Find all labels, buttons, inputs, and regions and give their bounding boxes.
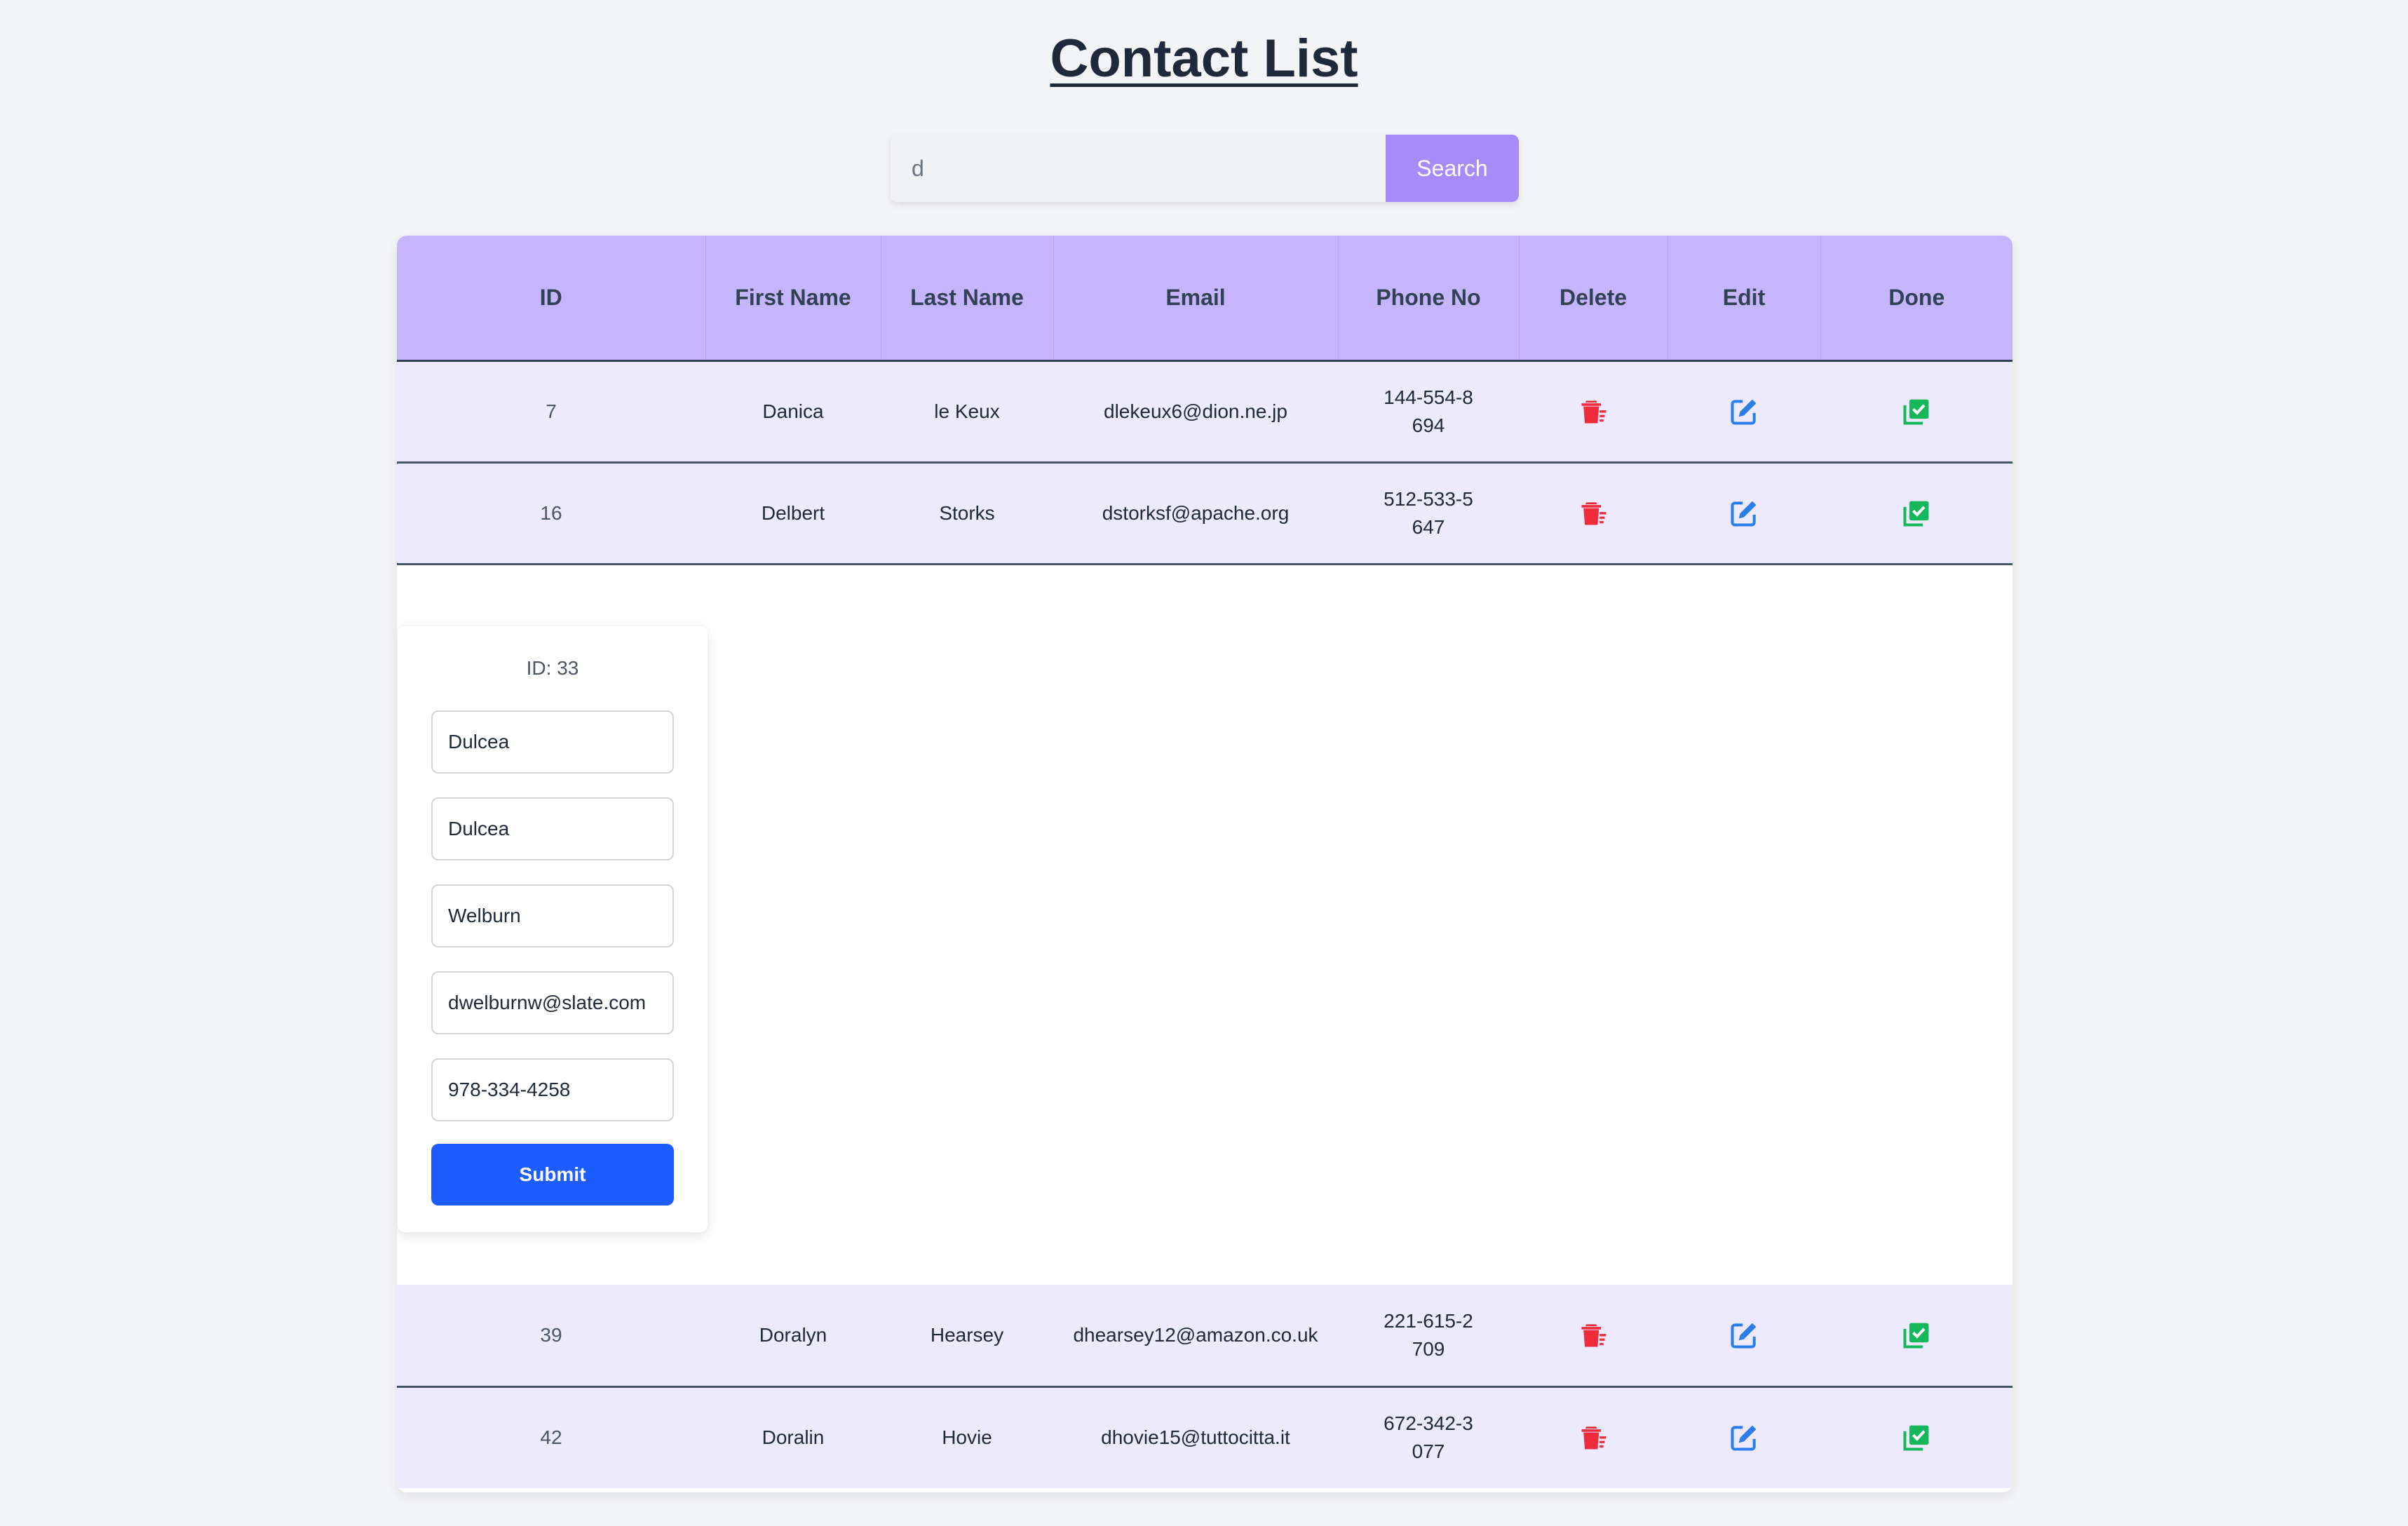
- table-header-row: ID First Name Last Name Email Phone No D…: [397, 236, 2013, 362]
- header-done: Done: [1820, 236, 2013, 362]
- edit-email-field[interactable]: [431, 971, 674, 1034]
- table-row: 39 Doralyn Hearsey dhearsey12@amazon.co.…: [397, 1285, 2013, 1388]
- edit-icon[interactable]: [1729, 1422, 1759, 1453]
- cell-phone: 512-533-5647: [1384, 487, 1473, 538]
- header-first-name: First Name: [705, 236, 881, 362]
- cell-id: 39: [397, 1285, 705, 1388]
- edit-id-label: ID: 33: [526, 656, 579, 679]
- header-email: Email: [1053, 236, 1339, 362]
- submit-button[interactable]: Submit: [431, 1143, 674, 1206]
- cell-email: dhearsey12@amazon.co.uk: [1053, 1285, 1338, 1388]
- edit-phone-field[interactable]: [431, 1058, 674, 1121]
- cell-first-name: Doralin: [762, 1426, 825, 1449]
- contact-table-container: ID First Name Last Name Email Phone No D…: [397, 236, 2013, 1492]
- trash-icon[interactable]: [1578, 1422, 1609, 1453]
- edit-form-card: ID: 33 Submit: [398, 626, 708, 1232]
- cell-first-name: Doralyn: [705, 1285, 881, 1388]
- cell-id: 7: [397, 360, 705, 464]
- cell-phone: 221-615-2709: [1384, 1309, 1473, 1360]
- header-delete: Delete: [1519, 236, 1668, 362]
- cell-email: dlekeux6@dion.ne.jp: [1053, 360, 1338, 464]
- edit-row: ID: 33 Submit: [397, 564, 2013, 1285]
- header-phone: Phone No: [1338, 236, 1520, 362]
- header-id: ID: [397, 236, 706, 362]
- trash-icon[interactable]: [1578, 396, 1609, 427]
- cell-id: 42: [540, 1426, 562, 1449]
- cell-id: 16: [397, 462, 705, 565]
- cell-email: dhovie15@tuttocitta.it: [1101, 1426, 1290, 1449]
- cell-last-name: Storks: [881, 462, 1053, 565]
- cell-last-name: Hovie: [942, 1426, 992, 1449]
- check-square-icon[interactable]: [1901, 1422, 1932, 1453]
- edit-icon[interactable]: [1729, 396, 1759, 427]
- header-last-name: Last Name: [881, 236, 1054, 362]
- search-button[interactable]: Search: [1386, 135, 1519, 202]
- header-edit: Edit: [1668, 236, 1821, 362]
- search-bar: Search: [891, 135, 1519, 202]
- cell-phone: 672-342-3077: [1384, 1412, 1473, 1463]
- check-square-icon[interactable]: [1901, 498, 1932, 529]
- edit-first-name-field-2[interactable]: [431, 797, 674, 860]
- edit-last-name-field[interactable]: [431, 884, 674, 947]
- cell-first-name: Delbert: [705, 462, 881, 565]
- trash-icon[interactable]: [1578, 1320, 1609, 1351]
- table-row: 7 Danica le Keux dlekeux6@dion.ne.jp 144…: [397, 360, 2013, 464]
- cell-email: dstorksf@apache.org: [1053, 462, 1338, 565]
- check-square-icon[interactable]: [1901, 396, 1932, 427]
- cell-first-name: Danica: [705, 360, 881, 464]
- edit-first-name-field[interactable]: [431, 710, 674, 774]
- table-row: 42 Doralin Hovie dhovie15@tuttocitta.it …: [397, 1386, 2013, 1488]
- cell-last-name: Hearsey: [881, 1285, 1053, 1388]
- page-title: Contact List: [1050, 29, 1358, 88]
- trash-icon[interactable]: [1578, 498, 1609, 529]
- cell-phone: 144-554-8694: [1384, 386, 1473, 436]
- edit-icon[interactable]: [1729, 498, 1759, 529]
- search-input[interactable]: [891, 135, 1386, 202]
- table-row: 16 Delbert Storks dstorksf@apache.org 51…: [397, 462, 2013, 565]
- cell-last-name: le Keux: [881, 360, 1053, 464]
- contact-table: ID First Name Last Name Email Phone No D…: [397, 236, 2013, 1488]
- edit-icon[interactable]: [1729, 1320, 1759, 1351]
- check-square-icon[interactable]: [1901, 1320, 1932, 1351]
